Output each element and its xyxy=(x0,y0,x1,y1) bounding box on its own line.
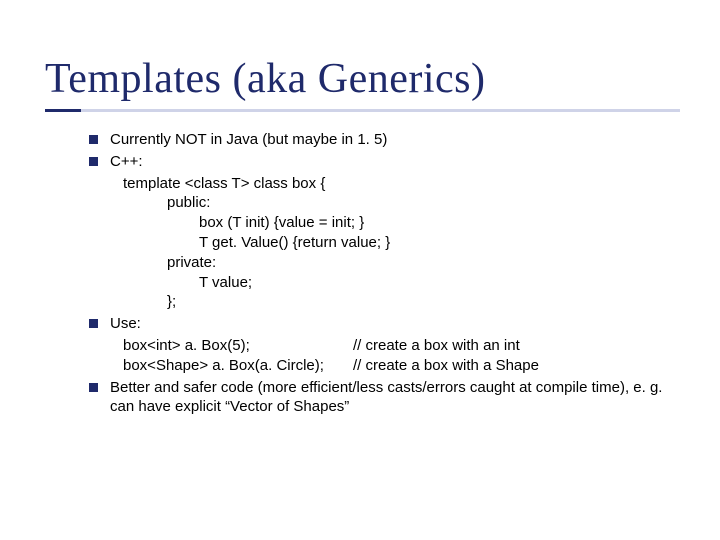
title-underline xyxy=(45,109,680,112)
bullet-text: Better and safer code (more efficient/le… xyxy=(110,378,680,418)
square-bullet-icon xyxy=(89,319,98,328)
code-line: public: xyxy=(123,193,680,213)
code-line: private: xyxy=(123,253,680,273)
code-line: T value; xyxy=(123,273,680,293)
code-use-row: box<Shape> a. Box(a. Circle); // create … xyxy=(123,356,680,376)
slide: Templates (aka Generics) Currently NOT i… xyxy=(0,0,720,540)
bullet-text: C++: xyxy=(110,152,680,172)
bullet-item: Use: xyxy=(89,314,680,334)
slide-content: Currently NOT in Java (but maybe in 1. 5… xyxy=(45,130,680,417)
code-block: template <class T> class box { public: b… xyxy=(123,174,680,313)
square-bullet-icon xyxy=(89,157,98,166)
bullet-text: Currently NOT in Java (but maybe in 1. 5… xyxy=(110,130,680,150)
code-line: T get. Value() {return value; } xyxy=(123,233,680,253)
bullet-item: C++: xyxy=(89,152,680,172)
bullet-item: Currently NOT in Java (but maybe in 1. 5… xyxy=(89,130,680,150)
bullet-item: Better and safer code (more efficient/le… xyxy=(89,378,680,418)
code-use-code: box<Shape> a. Box(a. Circle); xyxy=(123,356,353,376)
code-use-comment: // create a box with a Shape xyxy=(353,356,680,376)
square-bullet-icon xyxy=(89,383,98,392)
code-line: box (T init) {value = init; } xyxy=(123,213,680,233)
code-use-code: box<int> a. Box(5); xyxy=(123,336,353,356)
square-bullet-icon xyxy=(89,135,98,144)
bullet-text: Use: xyxy=(110,314,680,334)
code-line: template <class T> class box { xyxy=(123,174,680,194)
code-use-row: box<int> a. Box(5); // create a box with… xyxy=(123,336,680,356)
slide-title: Templates (aka Generics) xyxy=(45,55,680,103)
code-line: }; xyxy=(123,292,680,312)
code-use-comment: // create a box with an int xyxy=(353,336,680,356)
